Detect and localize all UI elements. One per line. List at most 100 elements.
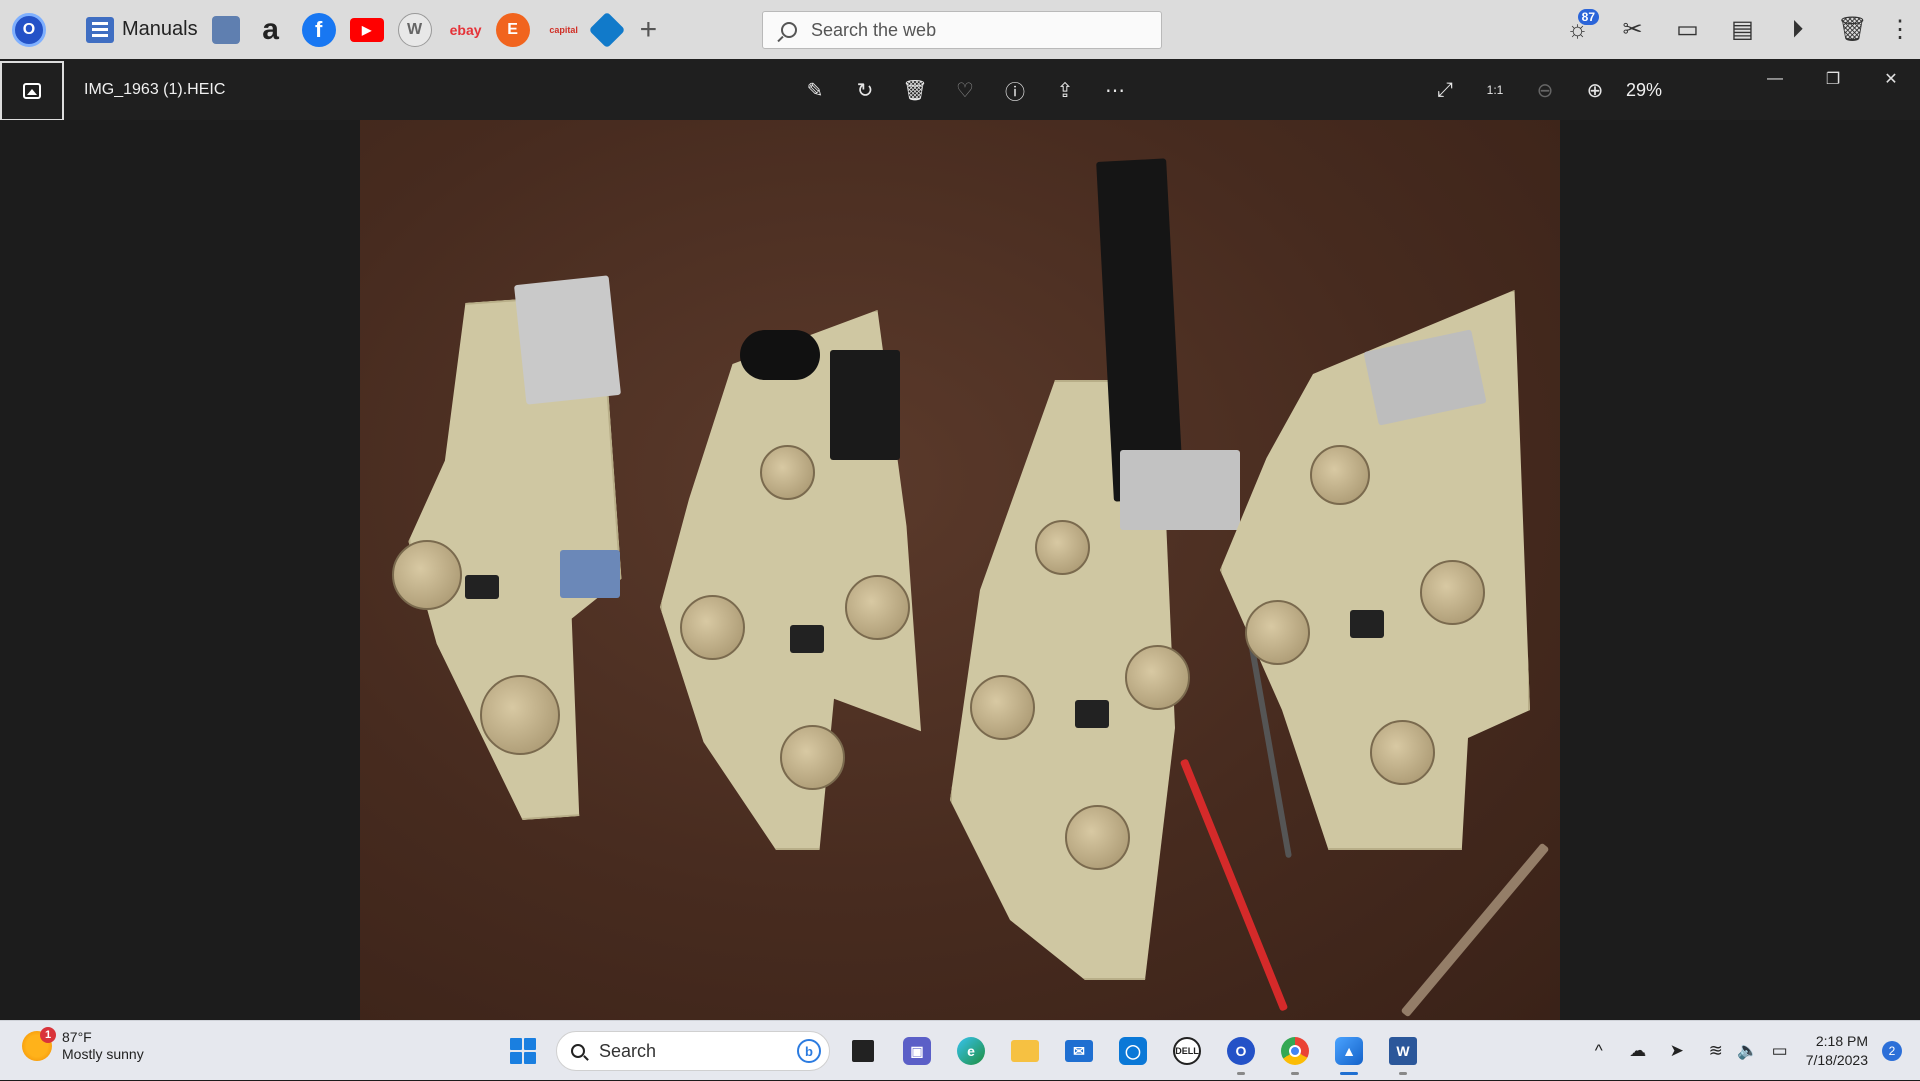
photos-button[interactable]: ▲ bbox=[1325, 1029, 1373, 1075]
capitalone-icon[interactable]: capital bbox=[544, 10, 584, 50]
location-icon[interactable]: ➤ bbox=[1662, 1036, 1692, 1066]
running-indicator bbox=[1237, 1072, 1245, 1075]
word-icon: W bbox=[1389, 1037, 1417, 1065]
clock[interactable]: 2:18 PM 7/18/2023 bbox=[1806, 1032, 1868, 1070]
potentiometer bbox=[780, 725, 845, 790]
taskbar: 1 87°F Mostly sunny Search b ▣ e ✉ ◯ DEL… bbox=[0, 1020, 1920, 1080]
more-icon[interactable]: ⋯ bbox=[1090, 73, 1140, 107]
facebook-icon[interactable]: f bbox=[301, 10, 336, 50]
o-app-taskbar-button[interactable]: O bbox=[1217, 1029, 1265, 1075]
edit-icon[interactable]: ✎ bbox=[790, 73, 840, 107]
youtube-icon[interactable]: ▶ bbox=[349, 10, 384, 50]
amazon-icon[interactable]: a bbox=[254, 10, 288, 50]
photos-app-icon[interactable] bbox=[0, 61, 64, 121]
weather-condition: Mostly sunny bbox=[62, 1046, 144, 1062]
bracket bbox=[513, 275, 622, 405]
zoom-tools: ⤢ 1:1 ⊖ ⊕ 29% bbox=[1420, 73, 1662, 107]
close-button[interactable]: ✕ bbox=[1862, 59, 1920, 99]
chase-icon[interactable] bbox=[588, 10, 625, 50]
teams-chat-button[interactable]: ▣ bbox=[893, 1029, 941, 1073]
transformer bbox=[560, 550, 620, 598]
battery-icon[interactable]: ▭ bbox=[1765, 1036, 1795, 1066]
potentiometer bbox=[1125, 645, 1190, 710]
info-icon[interactable]: ⓘ bbox=[990, 73, 1040, 107]
fullscreen-icon[interactable]: ⤢ bbox=[1420, 73, 1470, 107]
viewer-toolbar: ✎ ↻ 🗑 ♡ ⓘ ⇪ ⋯ bbox=[790, 73, 1140, 107]
web-search-placeholder: Search the web bbox=[811, 19, 937, 40]
running-indicator bbox=[1399, 1072, 1407, 1075]
actual-size-icon[interactable]: 1:1 bbox=[1470, 73, 1520, 107]
potentiometer bbox=[760, 445, 815, 500]
store-icon: ◯ bbox=[1119, 1037, 1147, 1065]
delete-icon[interactable]: 🗑 bbox=[890, 73, 940, 107]
mail-icon: ✉ bbox=[1065, 1040, 1093, 1062]
etsy-icon[interactable]: E bbox=[495, 10, 530, 50]
task-view-icon bbox=[852, 1040, 874, 1062]
manuals-icon bbox=[86, 16, 114, 43]
o-app-icon[interactable]: O bbox=[12, 10, 46, 50]
start-button[interactable] bbox=[499, 1029, 547, 1073]
weather-widget[interactable]: 1 87°F Mostly sunny bbox=[22, 1027, 144, 1063]
red-wire bbox=[1179, 758, 1289, 1012]
volume-icon[interactable]: 🔈 bbox=[1733, 1036, 1763, 1066]
o-app-taskbar-icon: O bbox=[1227, 1037, 1255, 1065]
notification-badge[interactable]: 2 bbox=[1882, 1041, 1902, 1061]
cloud-icon[interactable]: ☁ bbox=[1623, 1036, 1653, 1066]
potentiometer bbox=[1420, 560, 1485, 625]
chip bbox=[1350, 610, 1384, 638]
trash-icon[interactable]: 🗑 bbox=[1825, 0, 1880, 59]
ebay-icon[interactable]: ebay bbox=[446, 10, 486, 50]
photo-canvas bbox=[0, 120, 1920, 1020]
system-tray: ^ ☁ ➤ ≋ 🔈 ▭ 2:18 PM 7/18/2023 2 bbox=[1583, 1021, 1920, 1081]
store-button[interactable]: ◯ bbox=[1109, 1029, 1157, 1073]
active-indicator bbox=[1340, 1072, 1358, 1075]
share-icon[interactable]: ⇪ bbox=[1040, 73, 1090, 107]
mail-button[interactable]: ✉ bbox=[1055, 1029, 1103, 1073]
manuals-bookmark[interactable]: Manuals bbox=[80, 10, 204, 50]
zoom-out-icon[interactable]: ⊖ bbox=[1520, 73, 1570, 107]
rotate-icon[interactable]: ↻ bbox=[840, 73, 890, 107]
minimize-button[interactable]: — bbox=[1746, 59, 1804, 99]
taskbar-search[interactable]: Search b bbox=[556, 1031, 830, 1071]
task-view-button[interactable] bbox=[839, 1029, 887, 1073]
favorite-icon[interactable]: ♡ bbox=[940, 73, 990, 107]
dell-button[interactable]: DELL bbox=[1163, 1029, 1211, 1073]
sun-icon: 1 bbox=[22, 1027, 56, 1061]
more-vertical-icon[interactable]: ⋮ bbox=[1880, 0, 1920, 59]
edge-button[interactable]: e bbox=[947, 1029, 995, 1073]
word-button[interactable]: W bbox=[1379, 1029, 1427, 1075]
play-icon[interactable]: ⏵ bbox=[1770, 0, 1825, 59]
weather-alert-icon[interactable]: ☼ 87 bbox=[1550, 0, 1605, 59]
alert-count-badge: 87 bbox=[1577, 9, 1599, 25]
battery-clip bbox=[740, 330, 820, 380]
chip bbox=[465, 575, 499, 599]
manuals-label: Manuals bbox=[122, 18, 198, 40]
o-app-glyph: O bbox=[12, 12, 46, 47]
chip bbox=[790, 625, 824, 653]
bing-icon[interactable]: b bbox=[797, 1039, 821, 1063]
wifi-icon[interactable]: ≋ bbox=[1701, 1036, 1731, 1066]
restore-button[interactable]: ❐ bbox=[1804, 59, 1862, 99]
search-icon bbox=[781, 22, 797, 38]
chrome-button[interactable] bbox=[1271, 1029, 1319, 1075]
clear-tube bbox=[1400, 842, 1550, 1018]
scissors-icon[interactable]: ✂ bbox=[1605, 0, 1660, 59]
add-tab-button[interactable]: + bbox=[640, 10, 658, 50]
search-icon bbox=[571, 1044, 585, 1058]
file-name: IMG_1963 (1).HEIC bbox=[84, 81, 226, 98]
file-explorer-button[interactable] bbox=[1001, 1029, 1049, 1073]
wikipedia-icon[interactable]: W bbox=[397, 10, 432, 50]
video-icon[interactable]: ▭ bbox=[1660, 0, 1715, 59]
potentiometer bbox=[1035, 520, 1090, 575]
web-search-input[interactable]: Search the web bbox=[762, 11, 1162, 49]
potentiometer bbox=[480, 675, 560, 755]
potentiometer bbox=[392, 540, 462, 610]
taskbar-apps: Search b ▣ e ✉ ◯ DELL O ▲ W bbox=[496, 1029, 1430, 1075]
photos-icon: ▲ bbox=[1335, 1037, 1363, 1065]
circuit-boards-photo[interactable] bbox=[360, 120, 1560, 1020]
chevron-up-icon[interactable]: ^ bbox=[1584, 1036, 1614, 1066]
zoom-in-icon[interactable]: ⊕ bbox=[1570, 73, 1620, 107]
notes-icon[interactable] bbox=[211, 10, 240, 50]
clipboard-icon[interactable]: ▤ bbox=[1715, 0, 1770, 59]
potentiometer bbox=[1370, 720, 1435, 785]
